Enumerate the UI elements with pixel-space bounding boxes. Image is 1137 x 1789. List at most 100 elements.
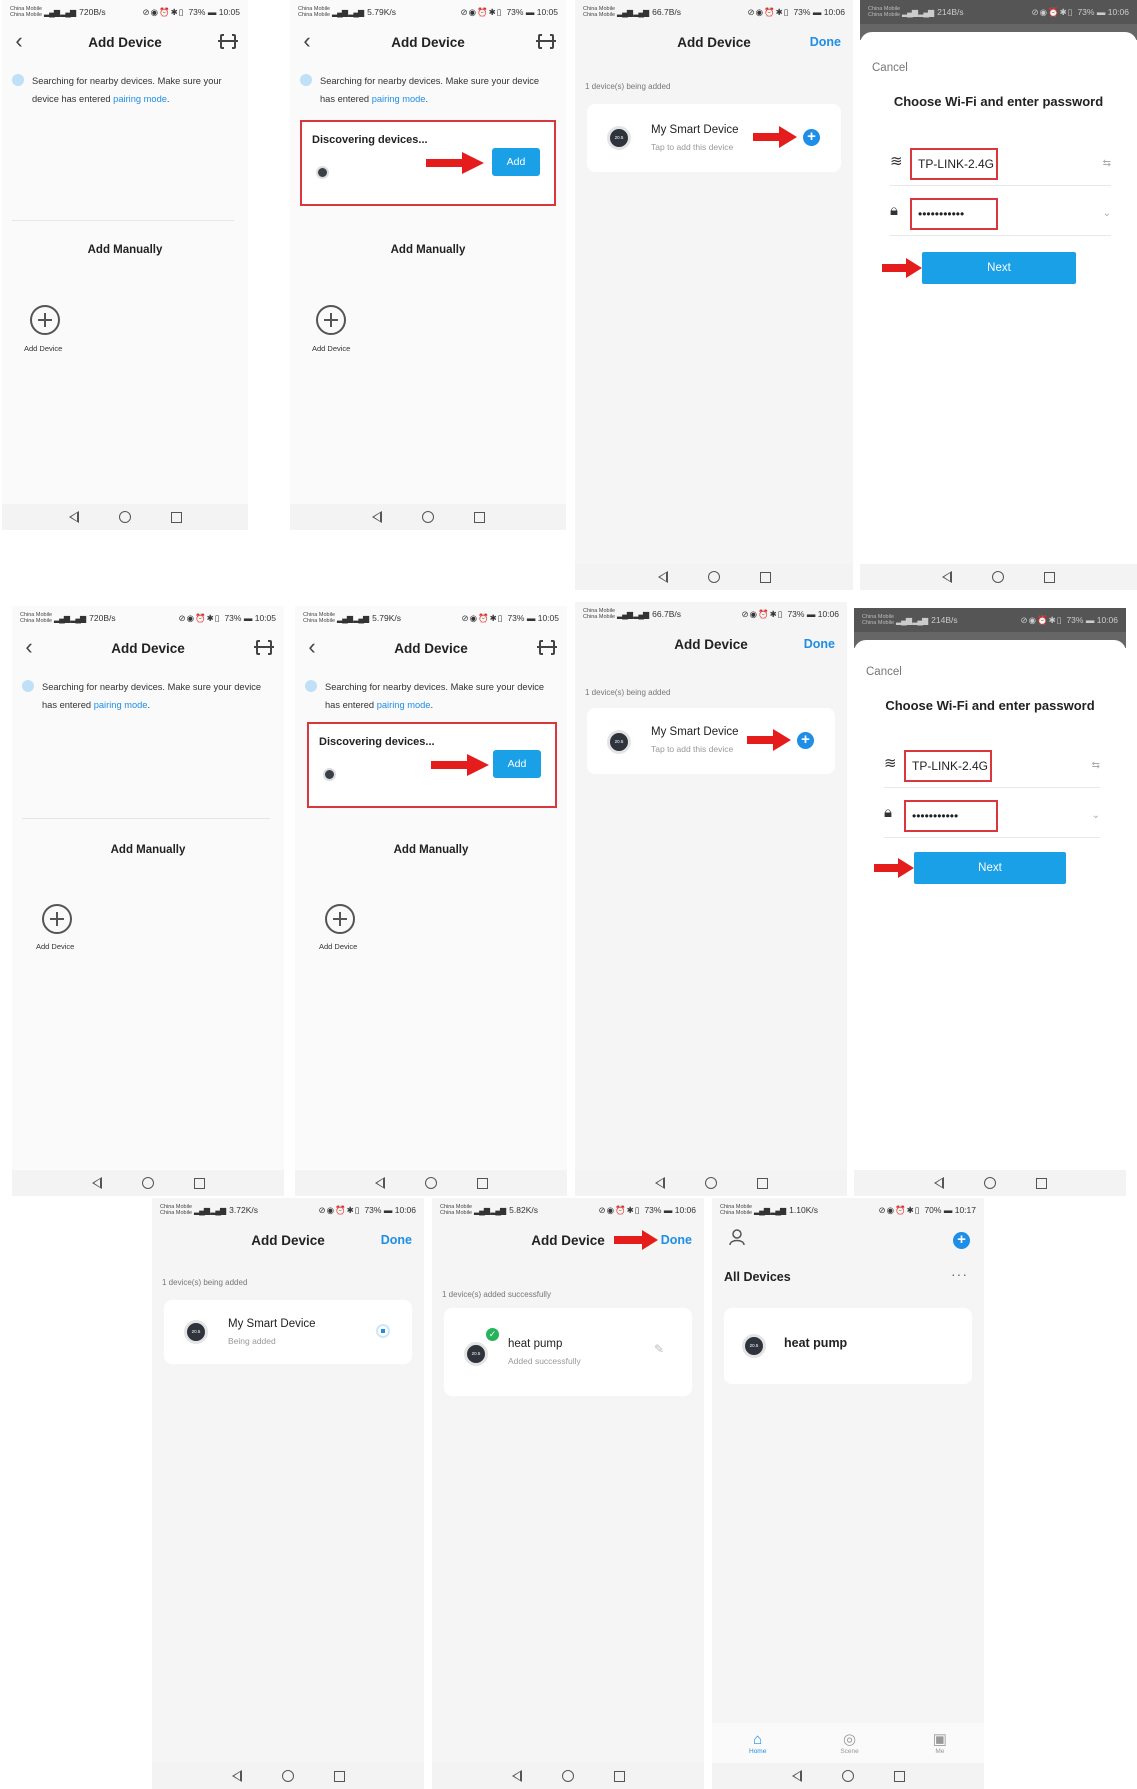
scan-icon[interactable] — [536, 33, 556, 50]
system-home-icon[interactable] — [707, 571, 720, 583]
system-home-icon[interactable] — [118, 511, 131, 523]
ssid-field[interactable]: TP-LINK-2.4G — [910, 148, 998, 180]
add-device-plus-icon[interactable] — [316, 305, 346, 335]
system-back-icon[interactable] — [654, 1177, 665, 1189]
discovering-label: Discovering devices... — [319, 736, 435, 748]
system-home-icon[interactable] — [704, 1177, 717, 1189]
scan-icon[interactable] — [537, 639, 557, 656]
add-button[interactable]: Add — [492, 148, 540, 176]
status-icons: ⊘◉⏰✱▯ — [1031, 6, 1074, 17]
signal-icon: ▂▄▆ ▂▄▆ — [337, 613, 369, 623]
device-card: 20.5 My Smart Device Being added — [164, 1300, 412, 1364]
add-plus-icon[interactable]: + — [797, 732, 814, 749]
loading-icon — [305, 680, 317, 692]
system-back-icon[interactable] — [374, 1177, 385, 1189]
next-button[interactable]: Next — [922, 252, 1076, 284]
add-plus-icon[interactable]: + — [803, 129, 820, 146]
back-icon[interactable]: ‹ — [18, 634, 40, 660]
add-device-plus-icon[interactable] — [42, 904, 72, 934]
system-home-icon[interactable] — [992, 571, 1004, 583]
system-recent-icon[interactable] — [1044, 571, 1055, 583]
status-bar: China Mobile China Mobile ▂▄▆ ▂▄▆ 720B/s … — [12, 606, 284, 630]
add-manually-title: Add Manually — [87, 244, 163, 256]
system-back-icon[interactable] — [371, 511, 382, 523]
done-button[interactable]: Done — [804, 637, 835, 651]
system-home-icon[interactable] — [424, 1177, 437, 1189]
system-back-icon[interactable] — [942, 571, 952, 583]
cancel-button[interactable]: Cancel — [866, 666, 902, 678]
device-card[interactable]: 20.5 My Smart Device Tap to add this dev… — [587, 708, 835, 774]
done-button[interactable]: Done — [381, 1233, 412, 1247]
system-back-icon[interactable] — [511, 1770, 522, 1782]
ssid-field[interactable]: TP-LINK-2.4G — [904, 750, 992, 782]
tab-me-label: Me — [935, 1748, 945, 1755]
screen-wifi-2: China Mobile China Mobile ▂▄▆ ▂▄▆ 214B/s … — [854, 608, 1126, 1196]
signal-icon: ▂▄▆ ▂▄▆ — [754, 1205, 786, 1215]
status-icons: ⊘◉⏰✱▯ — [1020, 614, 1063, 625]
system-recent-icon[interactable] — [756, 1177, 768, 1189]
cancel-button[interactable]: Cancel — [872, 62, 908, 74]
system-home-icon[interactable] — [841, 1770, 854, 1782]
scan-icon[interactable] — [218, 33, 238, 50]
system-back-icon[interactable] — [657, 571, 668, 583]
system-home-icon[interactable] — [421, 511, 434, 523]
pairing-mode-link[interactable]: pairing mode — [377, 700, 431, 710]
tab-scene[interactable]: ◎ Scene — [840, 1731, 858, 1755]
back-icon[interactable]: ‹ — [8, 28, 30, 54]
system-home-icon[interactable] — [141, 1177, 154, 1189]
add-plus-icon[interactable]: + — [953, 1232, 970, 1249]
tab-me[interactable]: ▣ Me — [933, 1731, 947, 1755]
system-home-icon[interactable] — [281, 1770, 294, 1782]
done-button[interactable]: Done — [661, 1233, 692, 1247]
system-recent-icon[interactable] — [759, 571, 771, 583]
system-back-icon[interactable] — [91, 1177, 102, 1189]
system-back-icon[interactable] — [933, 1177, 944, 1189]
switch-network-icon[interactable]: ⇆ — [1103, 158, 1111, 169]
next-button[interactable]: Next — [914, 852, 1066, 884]
pairing-mode-link[interactable]: pairing mode — [94, 700, 148, 710]
system-recent-icon[interactable] — [473, 511, 485, 523]
system-home-icon[interactable] — [561, 1770, 574, 1782]
system-recent-icon[interactable] — [476, 1177, 488, 1189]
system-recent-icon[interactable] — [193, 1177, 205, 1189]
system-home-icon[interactable] — [983, 1177, 996, 1189]
done-button[interactable]: Done — [810, 35, 841, 49]
page-title: Add Device — [674, 636, 748, 652]
more-icon[interactable]: ··· — [951, 1266, 968, 1282]
pairing-mode-link[interactable]: pairing mode — [372, 94, 426, 104]
password-row: 🔒︎ ••••••••••• ⌄ — [884, 798, 1100, 838]
pairing-mode-link[interactable]: pairing mode — [113, 94, 167, 104]
all-devices-title: All Devices — [724, 1270, 791, 1284]
device-card[interactable]: 20.5 My Smart Device Tap to add this dev… — [587, 104, 841, 172]
tab-home[interactable]: ⌂ Home — [749, 1731, 766, 1755]
system-recent-icon[interactable] — [1035, 1177, 1047, 1189]
password-field[interactable]: ••••••••••• — [904, 800, 998, 832]
password-field[interactable]: ••••••••••• — [910, 198, 998, 230]
loading-icon — [12, 74, 24, 86]
device-name: My Smart Device — [651, 726, 739, 738]
scan-icon[interactable] — [254, 639, 274, 656]
back-icon[interactable]: ‹ — [296, 28, 318, 54]
wifi-title: Choose Wi-Fi and enter password — [893, 94, 1104, 109]
add-device-plus-icon[interactable] — [30, 305, 60, 335]
system-recent-icon[interactable] — [893, 1770, 905, 1782]
system-recent-icon[interactable] — [170, 511, 182, 523]
add-button[interactable]: Add — [493, 750, 541, 778]
back-icon[interactable]: ‹ — [301, 634, 323, 660]
system-recent-icon[interactable] — [613, 1770, 625, 1782]
system-back-icon[interactable] — [68, 511, 79, 523]
chevron-down-icon[interactable]: ⌄ — [1092, 810, 1100, 821]
add-manually-title: Add Manually — [393, 844, 469, 856]
chevron-down-icon[interactable]: ⌄ — [1103, 208, 1111, 219]
user-icon[interactable] — [728, 1228, 746, 1246]
edit-icon[interactable]: ✎ — [654, 1342, 664, 1356]
device-card[interactable]: 20.5 heat pump — [724, 1308, 972, 1384]
device-card[interactable]: 20.5 ✓ heat pump Added successfully ✎ — [444, 1308, 692, 1396]
system-back-icon[interactable] — [791, 1770, 802, 1782]
add-device-plus-icon[interactable] — [325, 904, 355, 934]
add-device-label: Add Device — [36, 942, 75, 951]
system-back-icon[interactable] — [231, 1770, 242, 1782]
device-status: Being added — [228, 1336, 276, 1346]
system-recent-icon[interactable] — [333, 1770, 345, 1782]
switch-network-icon[interactable]: ⇆ — [1092, 760, 1100, 771]
